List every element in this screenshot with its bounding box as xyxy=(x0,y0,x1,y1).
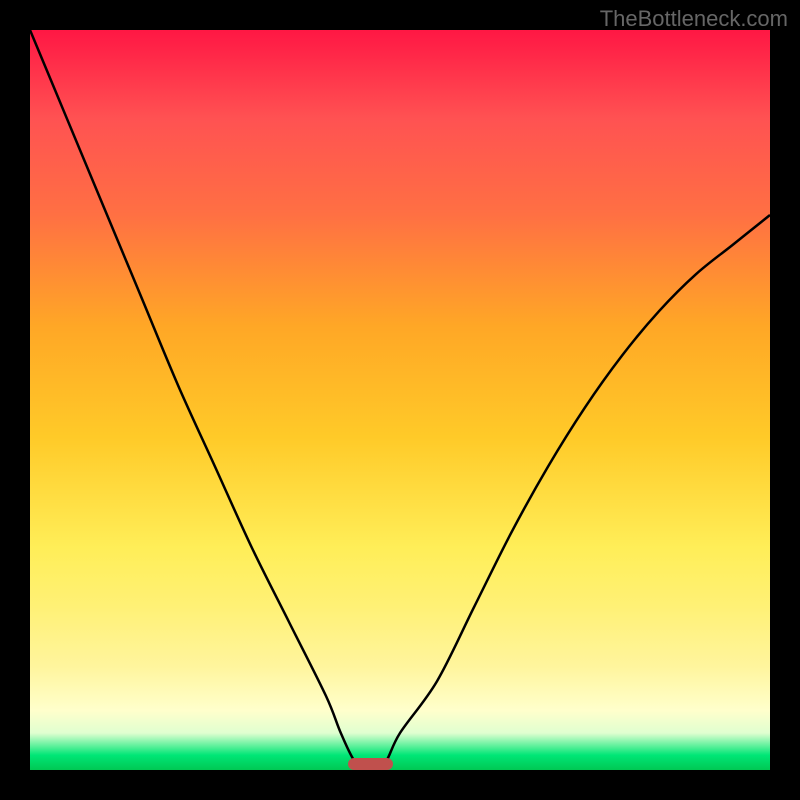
optimal-range-marker xyxy=(348,758,392,770)
bottleneck-curve xyxy=(30,30,770,770)
bottleneck-chart xyxy=(30,30,770,770)
curve-svg xyxy=(30,30,770,770)
watermark-text: TheBottleneck.com xyxy=(600,6,788,32)
